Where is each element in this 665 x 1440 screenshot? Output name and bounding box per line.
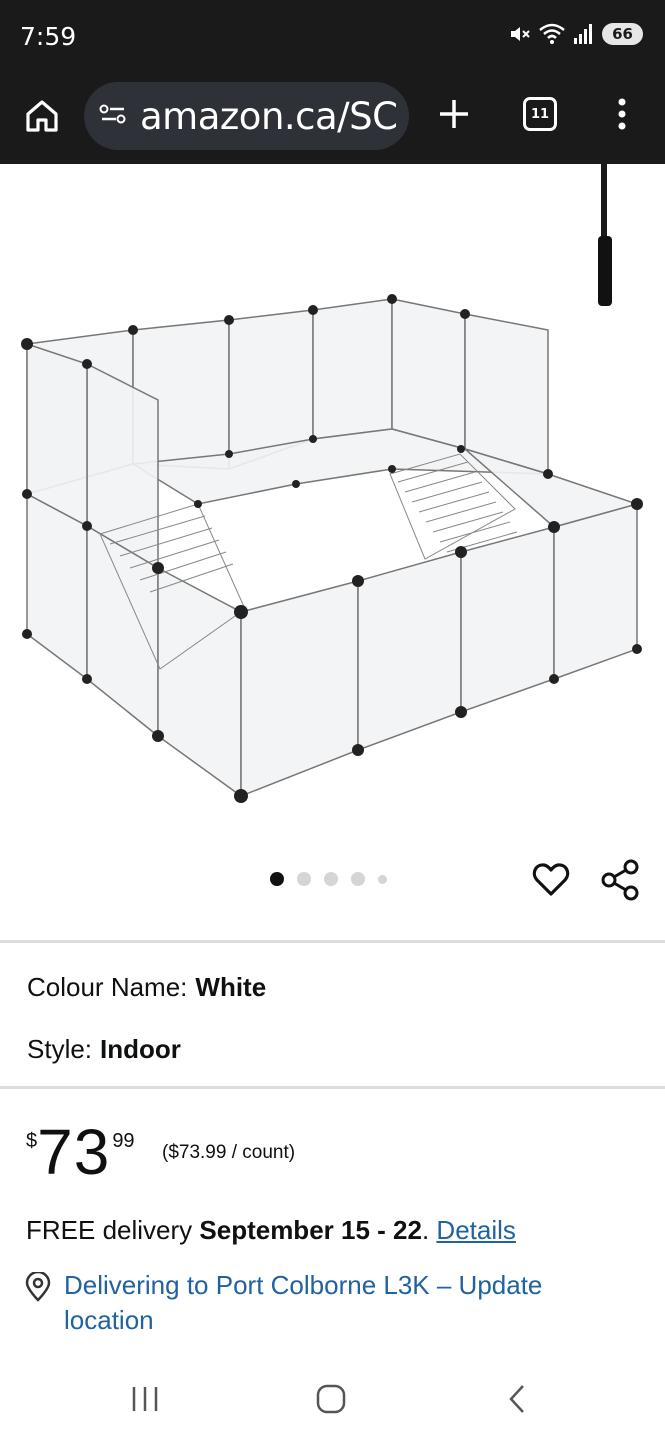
status-bar: 7:59 66 (0, 0, 665, 76)
divider (0, 940, 665, 943)
home-button[interactable] (22, 96, 62, 136)
carousel-dot[interactable] (270, 872, 284, 886)
status-icons: 66 (508, 22, 643, 46)
home-nav-icon[interactable] (315, 1384, 347, 1419)
back-icon[interactable] (505, 1384, 529, 1419)
more-menu-icon (618, 98, 626, 130)
price-whole: 73 (37, 1116, 111, 1188)
home-icon (26, 100, 58, 132)
browser-toolbar: amazon.ca/SC 11 (0, 76, 665, 164)
site-settings-icon[interactable] (98, 102, 128, 131)
new-tab-button[interactable] (436, 94, 472, 134)
carousel-dot[interactable] (324, 872, 338, 886)
mute-icon (508, 22, 532, 46)
delivery-info: FREE delivery September 15 - 22. Details (26, 1215, 516, 1246)
colour-label: Colour Name: (27, 972, 188, 1002)
url-bar[interactable]: amazon.ca/SC (84, 82, 409, 150)
divider (0, 1086, 665, 1089)
system-nav-bar (0, 1360, 665, 1440)
price: $ 73 99 (26, 1120, 135, 1184)
location-text[interactable]: Delivering to Port Colborne L3K – Update… (64, 1268, 624, 1338)
share-button[interactable] (600, 858, 642, 902)
carousel-dot[interactable] (378, 874, 387, 884)
details-link[interactable]: Details (436, 1215, 515, 1245)
wishlist-button[interactable] (531, 860, 571, 900)
more-menu-button[interactable] (610, 94, 634, 134)
carousel-dot[interactable] (351, 872, 365, 886)
price-per-unit: ($73.99 / count) (162, 1142, 296, 1163)
product-image[interactable] (0, 164, 665, 844)
heart-icon (532, 863, 570, 896)
wifi-icon (538, 22, 566, 46)
style-selection[interactable]: Style: Indoor (27, 1034, 181, 1065)
share-icon (601, 859, 639, 901)
delivery-period: . (421, 1215, 430, 1245)
recents-icon[interactable] (130, 1384, 160, 1419)
style-value: Indoor (100, 1034, 181, 1064)
tabs-icon[interactable]: 11 (523, 97, 557, 131)
delivery-prefix: FREE delivery (26, 1215, 193, 1245)
image-carousel-dots[interactable] (270, 872, 387, 886)
carousel-dot[interactable] (297, 872, 311, 886)
url-text[interactable]: amazon.ca/SC (140, 95, 398, 138)
location-pin-icon (24, 1270, 52, 1338)
style-label: Style: (27, 1034, 93, 1064)
delivery-dates: September 15 - 22 (199, 1215, 422, 1245)
colour-value: White (195, 972, 267, 1002)
price-symbol: $ (26, 1130, 38, 1152)
colour-selection[interactable]: Colour Name: White (27, 972, 266, 1003)
price-fraction: 99 (112, 1130, 135, 1152)
new-tab-icon (440, 100, 468, 128)
delivery-location[interactable]: Delivering to Port Colborne L3K – Update… (24, 1268, 624, 1338)
battery-icon: 66 (602, 23, 643, 45)
status-time: 7:59 (20, 22, 77, 51)
pet-playpen-image (21, 164, 643, 803)
signal-icon (572, 22, 596, 46)
